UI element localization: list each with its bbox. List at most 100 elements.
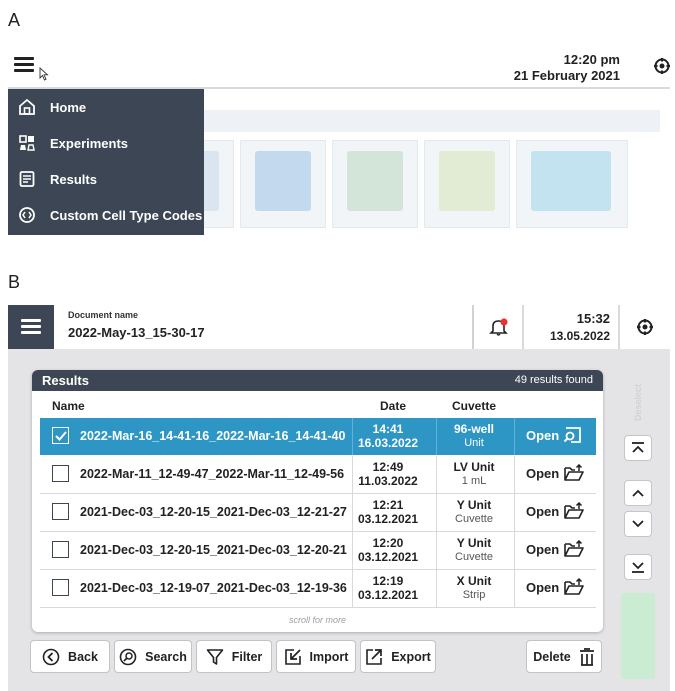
row-cuvette: 96-well Unit	[436, 422, 512, 450]
background-thumbnail	[240, 140, 326, 228]
row-checkbox[interactable]	[52, 427, 69, 444]
row-name: 2022-Mar-11_12-49-47_2022-Mar-11_12-49-5…	[80, 467, 345, 481]
deselect-button[interactable]: Deselect	[622, 377, 654, 427]
row-date-value: 03.12.2021	[357, 512, 419, 526]
delete-label: Delete	[533, 649, 571, 664]
row-date-value: 03.12.2021	[357, 588, 419, 602]
results-count: 49 results found	[514, 374, 593, 386]
clock: 12:20 pm 21 February 2021	[514, 52, 620, 84]
cuvette-subtype: Cuvette	[455, 551, 493, 563]
settings-icon[interactable]	[653, 57, 670, 75]
menu-item-label: Experiments	[50, 135, 129, 151]
row-checkbox[interactable]	[52, 465, 69, 482]
column-header-date: Date	[380, 399, 407, 413]
clock: 15:32 13.05.2022	[524, 305, 618, 349]
menu-item-label: Home	[50, 99, 87, 115]
background-thumbnail	[516, 140, 628, 228]
background-table-header	[203, 110, 660, 132]
open-button[interactable]: Open	[526, 540, 585, 558]
row-checkbox[interactable]	[52, 541, 69, 558]
row-time-value: 12:49	[372, 460, 404, 474]
scroll-to-bottom-button[interactable]	[624, 554, 652, 580]
open-button[interactable]: Open	[526, 502, 585, 520]
open-label: Open	[526, 465, 560, 481]
row-time-value: 12:21	[372, 498, 404, 512]
export-icon	[366, 648, 383, 665]
scroll-up-button[interactable]	[624, 480, 652, 506]
search-file-icon	[564, 427, 582, 443]
background-thumbnail	[332, 140, 418, 228]
cuvette-subtype: 1 mL	[461, 475, 487, 487]
row-name: 2022-Mar-16_14-41-16_2022-Mar-16_14-41-4…	[80, 429, 346, 443]
cell-type-codes-icon	[19, 207, 35, 223]
import-label: Import	[309, 649, 349, 664]
disabled-action-button	[621, 593, 655, 679]
chevron-up-icon	[632, 489, 644, 497]
filter-button[interactable]: Filter	[196, 640, 272, 673]
top-bar: 12:20 pm 21 February 2021	[8, 45, 670, 89]
date-label: 21 February 2021	[513, 68, 620, 83]
chevron-down-icon	[632, 520, 644, 528]
scroll-hint: scroll for more	[288, 615, 346, 625]
row-checkbox[interactable]	[52, 503, 69, 520]
results-title: Results	[42, 373, 89, 388]
table-row[interactable]: 2022-Mar-11_12-49-47_2022-Mar-11_12-49-5…	[40, 456, 596, 494]
import-icon	[284, 648, 301, 665]
checkmark-icon	[54, 430, 67, 441]
panel-a-screen: 12:20 pm 21 February 2021 Home Experimen…	[8, 45, 670, 240]
scroll-down-button[interactable]	[624, 511, 652, 537]
row-date: 12:49 11.03.2022	[352, 460, 424, 488]
cuvette-type: X Unit	[456, 574, 492, 588]
row-checkbox[interactable]	[52, 579, 69, 596]
trash-icon	[579, 647, 594, 666]
export-label: Export	[391, 649, 431, 664]
settings-button[interactable]	[620, 305, 670, 349]
cuvette-type: LV Unit	[453, 460, 495, 474]
filter-label: Filter	[231, 649, 263, 664]
delete-button[interactable]: Delete	[526, 640, 602, 673]
back-label: Back	[68, 649, 98, 664]
open-label: Open	[526, 427, 560, 443]
menu-item-home[interactable]: Home	[8, 89, 204, 125]
experiments-icon	[19, 135, 35, 151]
open-folder-icon	[564, 464, 585, 481]
table-row[interactable]: 2021-Dec-03_12-20-15_2021-Dec-03_12-21-2…	[40, 494, 596, 532]
menu-item-results[interactable]: Results	[8, 161, 204, 197]
scroll-to-top-button[interactable]	[624, 435, 652, 461]
menu-button[interactable]	[8, 305, 54, 349]
open-button[interactable]: Open	[526, 464, 585, 482]
row-cuvette: Y Unit Cuvette	[436, 536, 512, 564]
panel-b-screen: Document name 2022-May-13_15-30-17 15:32…	[8, 305, 670, 691]
menu-item-label: Results	[50, 171, 97, 187]
back-button[interactable]: Back	[30, 640, 110, 673]
notification-button[interactable]	[474, 305, 522, 349]
table-row[interactable]: 2022-Mar-16_14-41-16_2022-Mar-16_14-41-4…	[40, 418, 596, 455]
column-header-name: Name	[52, 399, 85, 413]
results-icon	[19, 171, 35, 187]
hamburger-menu-icon[interactable]	[14, 57, 34, 73]
bell-alert-icon	[489, 318, 508, 336]
filter-icon	[206, 648, 224, 665]
row-date-value: 03.12.2021	[357, 550, 419, 564]
row-name: 2021-Dec-03_12-20-15_2021-Dec-03_12-20-2…	[80, 543, 347, 557]
menu-item-label: Custom Cell Type Codes	[50, 207, 203, 223]
document-name-value: 2022-May-13_15-30-17	[68, 325, 205, 340]
row-time-value: 14:41	[372, 422, 404, 436]
time-label: 12:20 pm	[563, 52, 620, 67]
menu-item-experiments[interactable]: Experiments	[8, 125, 204, 161]
export-button[interactable]: Export	[360, 640, 436, 673]
open-label: Open	[526, 503, 560, 519]
results-card: Results 49 results found Name Date Cuvet…	[32, 370, 603, 632]
import-button[interactable]: Import	[276, 640, 356, 673]
table-row[interactable]: 2021-Dec-03_12-20-15_2021-Dec-03_12-20-2…	[40, 532, 596, 570]
menu-item-custom-cell-type-codes[interactable]: Custom Cell Type Codes	[8, 197, 204, 233]
cuvette-type: 96-well	[453, 422, 495, 436]
table-row[interactable]: 2021-Dec-03_12-19-07_2021-Dec-03_12-19-3…	[40, 570, 596, 608]
open-button[interactable]: Open	[526, 578, 585, 596]
mouse-cursor-icon	[39, 67, 49, 81]
open-folder-icon	[564, 540, 585, 557]
back-arrow-icon	[42, 648, 60, 665]
open-button[interactable]: Open	[526, 426, 583, 444]
results-card-header: Results 49 results found	[32, 370, 603, 391]
search-button[interactable]: Search	[114, 640, 192, 673]
